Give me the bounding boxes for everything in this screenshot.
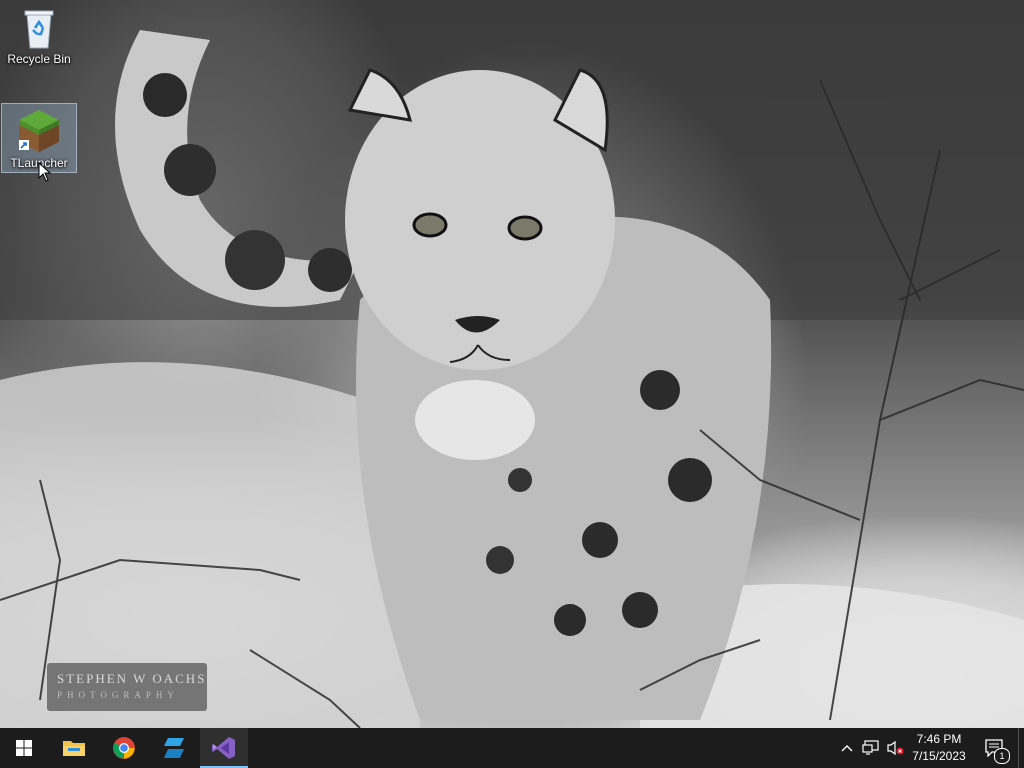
watermark-line-1: STEPHEN W OACHS [57,671,207,686]
tray-network[interactable] [860,728,882,768]
tlauncher-grass-block-icon [19,110,59,152]
start-button[interactable] [0,728,48,768]
chevron-up-icon [841,745,853,752]
mouse-pointer-icon [38,162,52,182]
visual-studio-icon [212,737,235,759]
notification-count-badge: 1 [994,748,1010,764]
desktop-icon-recycle-bin[interactable]: Recycle Bin [2,6,76,74]
photographer-watermark: STEPHEN W OACHS PHOTOGRAPHY [47,663,207,711]
volume-muted-icon [887,740,904,756]
watermark-line-2: PHOTOGRAPHY [57,690,179,700]
taskbar-clock[interactable]: 7:46 PM 7/15/2023 [906,728,972,768]
taskbar-app[interactable] [150,728,198,768]
taskbar: 7:46 PM 7/15/2023 1 [0,728,1024,768]
tray-show-hidden-icons[interactable] [836,728,858,768]
wallpaper-art [0,0,1024,728]
taskbar-file-explorer[interactable] [50,728,98,768]
action-center-button[interactable]: 1 [978,728,1010,768]
clock-time: 7:46 PM [916,732,962,746]
clock-date: 7/15/2023 [912,749,966,763]
network-icon [862,740,879,755]
desktop-wallpaper[interactable]: STEPHEN W OACHS PHOTOGRAPHY [0,0,1024,728]
chrome-icon [113,737,135,759]
tray-volume[interactable] [884,728,906,768]
show-desktop-button[interactable] [1018,728,1024,768]
desktop-icon-label: Recycle Bin [7,52,71,66]
taskbar-chrome[interactable] [100,728,148,768]
folder-icon [63,741,85,756]
windows-logo-icon [16,740,32,756]
recycle-bin-icon [24,10,54,49]
taskbar-visual-studio[interactable] [200,728,248,768]
app-icon [164,738,184,758]
